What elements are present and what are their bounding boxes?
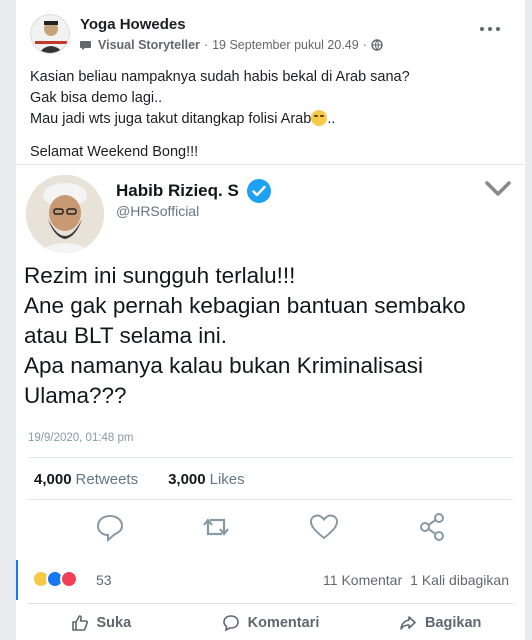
active-indicator: [16, 560, 18, 600]
tweet-screenshot[interactable]: Habib Rizieq. S @HRSofficial Rezim ini s…: [16, 164, 525, 554]
divider: [28, 603, 513, 604]
facebook-post-card: Yoga Howedes Visual Storyteller · 19 Sep…: [16, 0, 525, 640]
comment-count-link[interactable]: 11 Komentar: [323, 572, 402, 588]
love-reaction-icon: [60, 570, 78, 588]
share-icon: [420, 513, 444, 541]
reply-icon: [96, 514, 124, 543]
dot-icon: [488, 27, 492, 31]
engagement-summary: 11 Komentar 1 Kali dibagikan: [323, 572, 509, 588]
divider: [28, 457, 513, 458]
reactions-bar: 53 11 Komentar 1 Kali dibagikan: [16, 560, 525, 600]
post-action-bar: Suka Komentari Bagikan: [16, 606, 525, 640]
more-options-button[interactable]: [475, 20, 505, 38]
sad-face-emoji-icon: [311, 110, 328, 126]
like-button[interactable]: Suka: [16, 606, 186, 640]
comment-label: Komentari: [247, 615, 320, 631]
reaction-count[interactable]: 53: [96, 572, 112, 588]
post-line: Gak bisa demo lagi..: [30, 90, 163, 106]
author-avatar[interactable]: [30, 14, 70, 54]
tweet-author: Habib Rizieq. S: [116, 179, 271, 203]
tweet-author-name: Habib Rizieq. S: [116, 181, 239, 200]
tweet-avatar: [26, 175, 104, 253]
post-meta: Visual Storyteller · 19 September pukul …: [80, 38, 383, 52]
likes-stat: 3,000 Likes: [168, 471, 245, 488]
tweet-stats: 4,000 Retweets 3,000 Likes: [34, 471, 245, 488]
post-line: Kasian beliau nampaknya sudah habis beka…: [30, 69, 410, 85]
tweet-line: atau BLT selama ini.: [24, 323, 228, 348]
post-line: Selamat Weekend Bong!!!: [30, 144, 199, 160]
retweets-stat: 4,000 Retweets: [34, 471, 139, 488]
storyteller-icon: [80, 41, 91, 50]
meta-separator: ·: [203, 38, 209, 52]
divider: [28, 499, 513, 500]
dot-icon: [496, 27, 500, 31]
thumbs-up-icon: [71, 615, 88, 631]
post-line: Mau jadi wts juga takut ditangkap folisi…: [30, 110, 336, 127]
heart-icon: [309, 514, 339, 540]
tweet-line: Ane gak pernah kebagian bantuan sembako: [24, 293, 466, 318]
share-button[interactable]: Bagikan: [355, 606, 525, 640]
tweet-handle: @HRSofficial: [116, 203, 200, 219]
post-text: Kasian beliau nampaknya sudah habis beka…: [30, 67, 510, 163]
tweet-line: Rezim ini sungguh terlalu!!!: [24, 263, 296, 288]
author-name[interactable]: Yoga Howedes: [80, 16, 186, 33]
tweet-actions: [16, 511, 525, 545]
comment-button[interactable]: Komentari: [186, 606, 356, 640]
dot-icon: [480, 27, 484, 31]
tweet-line: Apa namanya kalau bukan Kriminalisasi: [24, 353, 423, 378]
tweet-date: 19/9/2020, 01:48 pm: [28, 432, 134, 444]
like-label: Suka: [96, 615, 132, 631]
share-arrow-icon: [400, 616, 416, 630]
post-timestamp[interactable]: 19 September pukul 20.49: [212, 38, 359, 52]
author-role[interactable]: Visual Storyteller: [98, 38, 200, 52]
tweet-line: Ulama???: [24, 383, 127, 408]
tweet-text: Rezim ini sungguh terlalu!!! Ane gak per…: [24, 261, 520, 411]
share-count-link[interactable]: 1 Kali dibagikan: [410, 572, 509, 588]
post-header: Yoga Howedes Visual Storyteller · 19 Sep…: [16, 0, 525, 60]
reaction-icons[interactable]: [32, 570, 78, 588]
globe-icon[interactable]: [371, 39, 383, 51]
meta-separator: ·: [362, 38, 367, 52]
retweet-icon: [203, 518, 229, 536]
comment-icon: [222, 615, 239, 632]
share-label: Bagikan: [424, 615, 482, 631]
chevron-down-icon: [485, 181, 511, 196]
verified-badge-icon: [246, 179, 271, 203]
